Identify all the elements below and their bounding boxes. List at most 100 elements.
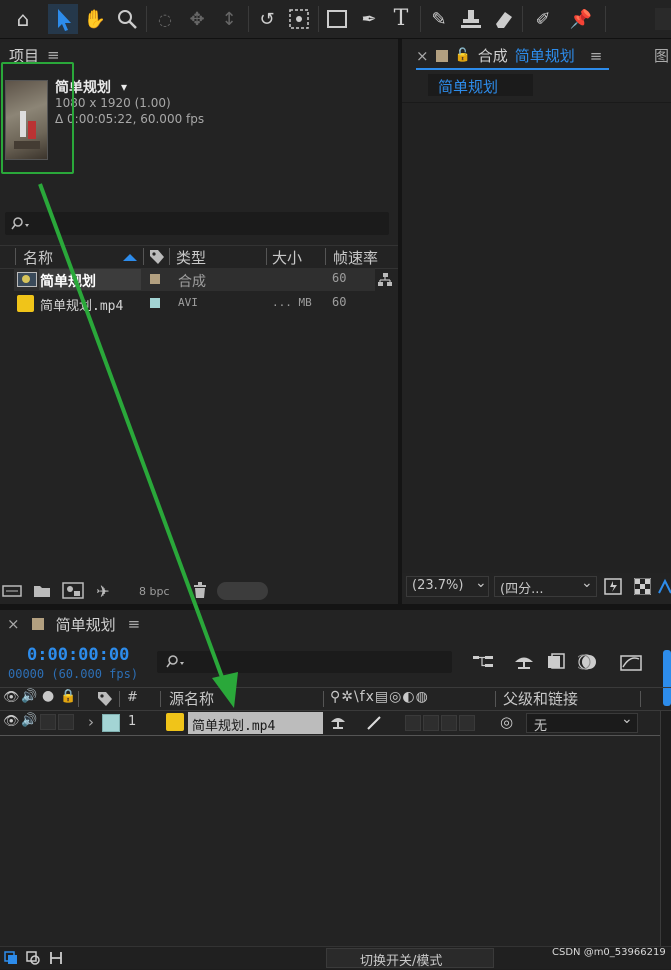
comp-close-icon[interactable]: ×	[416, 47, 429, 65]
dolly-camera-icon[interactable]: ↕	[216, 6, 242, 32]
text-tool-icon[interactable]: T	[388, 4, 414, 32]
layer-frame-blend-switch[interactable]	[423, 715, 439, 731]
in-out-icon[interactable]	[49, 950, 63, 970]
project-scrollbar[interactable]	[217, 582, 268, 600]
trash-icon[interactable]	[193, 582, 207, 603]
new-composition-icon[interactable]	[62, 582, 84, 603]
pick-whip-icon[interactable]: ◎	[500, 713, 513, 731]
comp-panel-menu-icon[interactable]: ≡	[590, 47, 603, 65]
home-icon[interactable]: ⌂	[10, 6, 36, 32]
layer-quality-switch-icon[interactable]	[366, 715, 382, 735]
zoom-tool-icon[interactable]	[114, 6, 140, 32]
timeline-tab[interactable]: × 简单规划 ≡	[7, 612, 140, 636]
column-source-name[interactable]: 源名称	[169, 688, 214, 709]
layer-source-name: 简单规划.mp4	[192, 719, 276, 734]
lock-switch-icon[interactable]: 🔒	[60, 689, 76, 704]
comp-title-name: 简单规划	[514, 47, 575, 65]
timeline-close-icon[interactable]: ×	[7, 615, 20, 633]
current-timecode[interactable]: 0:00:00:00	[27, 645, 129, 665]
layer-audio-icon[interactable]: 🔊	[21, 713, 37, 728]
bit-depth-label[interactable]: 8 bpc	[139, 585, 170, 598]
comp-viewer-tab[interactable]: 简单规划	[428, 74, 533, 96]
column-parent-link[interactable]: 父级和链接	[503, 688, 578, 709]
column-name[interactable]: 名称	[23, 247, 53, 268]
mask-visibility-icon[interactable]	[658, 578, 671, 599]
rectangle-tool-icon[interactable]	[324, 6, 350, 32]
pen-tool-icon[interactable]: ✒	[356, 6, 382, 32]
layer-visibility-icon[interactable]: 👁	[3, 714, 20, 729]
sort-ascending-icon[interactable]	[123, 254, 137, 261]
layer-fx-switch[interactable]	[405, 715, 421, 731]
layer-footage-icon	[166, 713, 184, 731]
comp-mini-flowchart-icon[interactable]	[472, 654, 494, 674]
puppet-pin-icon[interactable]: 📌	[566, 6, 596, 32]
toolbar-overflow-area	[655, 8, 671, 30]
video-switch-icon[interactable]: 👁	[3, 690, 20, 705]
label-tag-icon[interactable]	[149, 249, 165, 269]
frame-blending-icon[interactable]	[546, 653, 568, 675]
layer-lock-toggle[interactable]	[58, 714, 74, 730]
comp-panel-overflow[interactable]: 图	[654, 45, 669, 66]
footage-label-swatch[interactable]	[150, 298, 160, 308]
timeline-right-edge	[660, 711, 671, 946]
layer-motion-blur-switch[interactable]	[441, 715, 457, 731]
project-item-comp[interactable]: 简单规划 合成 60	[14, 268, 375, 291]
toggle-switches-modes-button[interactable]: 切换开关/模式	[326, 948, 494, 969]
roto-brush-icon[interactable]: ✐	[528, 6, 558, 32]
pan-camera-icon[interactable]: ✥	[184, 6, 210, 32]
comp-viewer[interactable]	[402, 102, 671, 573]
layer-shy-switch-icon[interactable]	[330, 715, 346, 735]
eraser-tool-icon[interactable]	[490, 6, 516, 32]
resolution-dropdown[interactable]: (四分... ⌄	[494, 575, 597, 597]
parent-value: 无	[534, 719, 548, 734]
clone-stamp-icon[interactable]	[458, 6, 484, 32]
render-queue-icon[interactable]: ✈	[93, 581, 113, 601]
layer-index: 1	[128, 714, 137, 729]
transparency-grid-icon[interactable]	[633, 577, 652, 599]
timeline-layer-area[interactable]	[0, 736, 660, 946]
zoom-dropdown[interactable]: (23.7%) ⌄	[406, 575, 489, 597]
layer-row[interactable]: 👁 🔊 › 1 简单规划.mp4 ◎ 无 ⌄	[0, 711, 660, 736]
project-item-footage[interactable]: 简单规划.mp4 AVI ... MB 60	[14, 292, 375, 315]
motion-blur-icon[interactable]	[575, 652, 600, 676]
selection-tool-icon[interactable]	[48, 4, 78, 34]
graph-editor-icon[interactable]	[620, 653, 642, 675]
lock-icon[interactable]: 🔓	[455, 48, 471, 63]
column-switches[interactable]: ⚲✲\fx▤◎◐◍	[330, 689, 429, 705]
footage-dropdown-icon[interactable]: ▾	[121, 80, 127, 94]
comp-panel-tab[interactable]: × 🔓 合成 简单规划 ≡	[416, 43, 609, 70]
layer-adjustment-switch[interactable]	[459, 715, 475, 731]
column-size[interactable]: 大小	[272, 247, 302, 268]
layer-expand-chevron[interactable]: ›	[88, 713, 94, 731]
orbit-camera-icon[interactable]: ◌	[152, 6, 178, 32]
solo-switch-icon[interactable]: ●	[42, 688, 54, 704]
brush-tool-icon[interactable]: ✎	[426, 6, 452, 32]
comp-tab-swatch	[435, 49, 448, 62]
column-fps[interactable]: 帧速率	[333, 247, 378, 268]
pan-behind-icon[interactable]	[286, 6, 312, 32]
column-type[interactable]: 类型	[176, 247, 206, 268]
timeline-title: 简单规划	[55, 615, 116, 634]
layer-label-tag-icon[interactable]	[97, 691, 113, 711]
project-search-input[interactable]	[5, 212, 389, 235]
parent-dropdown[interactable]: 无 ⌄	[526, 711, 638, 734]
layer-switches-icon[interactable]	[4, 951, 18, 969]
draft-3d-icon[interactable]	[512, 653, 536, 675]
flowchart-icon[interactable]	[377, 272, 393, 292]
layer-name-cell[interactable]: 简单规划.mp4	[188, 712, 323, 734]
column-layer-number[interactable]: #	[127, 690, 138, 705]
rotation-tool-icon[interactable]: ↺	[254, 6, 280, 32]
timeline-menu-icon[interactable]: ≡	[128, 615, 141, 633]
timeline-search-input[interactable]	[157, 651, 452, 673]
comp-viewer-footer: (23.7%) ⌄ (四分... ⌄	[402, 574, 671, 600]
interpret-footage-icon[interactable]	[2, 584, 22, 602]
fast-previews-icon[interactable]	[604, 578, 622, 599]
composition-icon	[17, 272, 37, 287]
comp-label-swatch[interactable]	[150, 274, 160, 284]
transfer-controls-icon[interactable]	[26, 951, 40, 969]
layer-solo-toggle[interactable]	[40, 714, 56, 730]
hand-tool-icon[interactable]: ✋	[82, 6, 108, 32]
new-folder-icon[interactable]	[33, 583, 51, 602]
audio-switch-icon[interactable]: 🔊	[21, 689, 37, 704]
layer-label-swatch[interactable]	[102, 714, 120, 732]
